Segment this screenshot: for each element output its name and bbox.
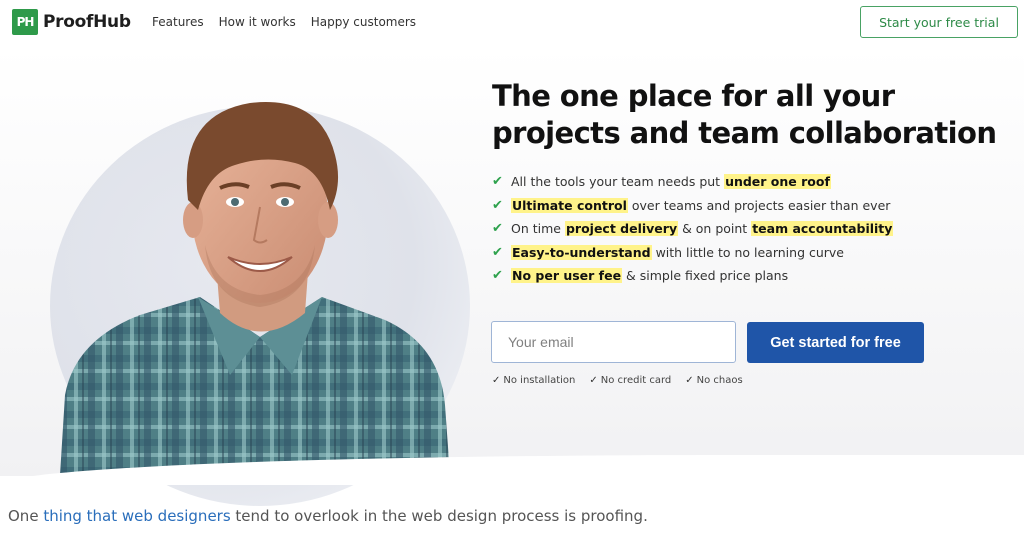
nav-link-features[interactable]: Features xyxy=(152,15,204,29)
note-no-installation: ✓ No installation xyxy=(492,375,575,386)
feature-text: All the tools your team needs put xyxy=(511,174,725,190)
feature-item: ✔ Ultimate control over teams and project… xyxy=(492,194,893,218)
feature-highlight: project delivery xyxy=(564,221,679,237)
check-icon: ✔ xyxy=(492,197,503,213)
email-input[interactable] xyxy=(491,321,736,363)
note-label: No credit card xyxy=(600,375,672,386)
feature-highlight: Easy-to-understand xyxy=(511,244,652,260)
check-icon: ✔ xyxy=(492,244,503,260)
check-icon: ✓ xyxy=(492,375,501,386)
article-caption: One thing that web designers tend to ove… xyxy=(8,507,648,525)
main-nav: Features How it works Happy customers xyxy=(152,15,416,29)
caption-text-end: tend to overlook in the web design proce… xyxy=(230,507,648,525)
proofhub-logo[interactable]: PH ProofHub xyxy=(12,9,131,35)
start-free-trial-button[interactable]: Start your free trial xyxy=(860,6,1018,38)
feature-text: On time xyxy=(511,221,565,237)
caption-link[interactable]: thing that web designers xyxy=(43,507,230,525)
feature-highlight: Ultimate control xyxy=(511,197,628,213)
signup-notes: ✓ No installation ✓ No credit card ✓ No cha… xyxy=(492,375,743,386)
feature-text: over teams and projects easier than ever xyxy=(627,197,891,213)
feature-item: ✔ On time project delivery & on point tea… xyxy=(492,217,894,241)
logo-mark-icon: PH xyxy=(12,9,38,35)
feature-item: ✔ No per user fee & simple fixed price pl… xyxy=(492,264,893,288)
person-photo xyxy=(60,102,450,475)
nav-link-how-it-works[interactable]: How it works xyxy=(219,15,296,29)
note-no-chaos: ✓ No chaos xyxy=(685,375,742,386)
top-navigation: PH ProofHub Features How it works Happy … xyxy=(0,0,1024,46)
feature-item: ✔ Easy-to-understand with little to no le… xyxy=(492,241,893,265)
feature-highlight: team accountability xyxy=(751,221,894,237)
caption-text-start: One xyxy=(8,507,44,525)
get-started-button[interactable]: Get started for free xyxy=(747,322,924,363)
headline-line-1: The one place for all your xyxy=(492,79,895,113)
feature-highlight: under one roof xyxy=(724,174,831,190)
feature-highlight: No per user fee xyxy=(511,268,623,284)
feature-text: with little to no learning curve xyxy=(651,244,845,260)
feature-text: & on point xyxy=(678,221,752,237)
check-icon: ✓ xyxy=(685,375,694,386)
nav-link-happy-customers[interactable]: Happy customers xyxy=(311,15,416,29)
logo-text: ProofHub xyxy=(43,12,131,32)
check-icon: ✔ xyxy=(492,174,503,190)
check-icon: ✓ xyxy=(589,375,598,386)
feature-item: ✔ All the tools your team needs put under… xyxy=(492,170,893,194)
check-icon: ✔ xyxy=(492,221,503,237)
check-icon: ✔ xyxy=(492,268,503,284)
feature-text: & simple fixed price plans xyxy=(622,268,789,284)
note-no-credit-card: ✓ No credit card xyxy=(589,375,671,386)
feature-list: ✔ All the tools your team needs put under… xyxy=(492,170,894,288)
note-label: No installation xyxy=(503,375,576,386)
hero-headline: The one place for all your projects and … xyxy=(492,78,1012,152)
note-label: No chaos xyxy=(696,375,743,386)
headline-line-2: projects and team collaboration xyxy=(492,116,997,150)
